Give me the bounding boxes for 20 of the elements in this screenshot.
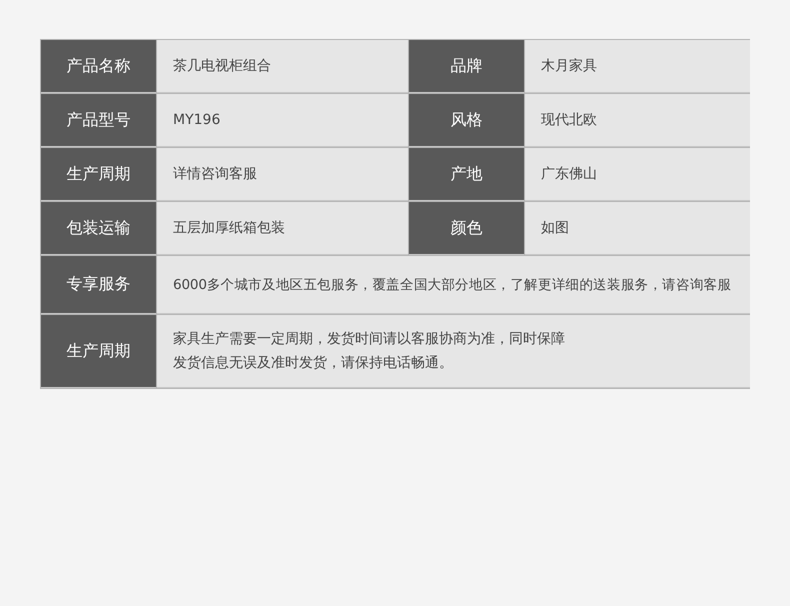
spec-value: 现代北欧 [525,94,750,147]
spec-value: 木月家具 [525,40,750,93]
spec-label: 产品名称 [41,40,156,93]
spec-label: 包装运输 [41,202,156,255]
spec-label: 生产周期 [41,148,156,201]
spec-label: 产品型号 [41,94,156,147]
spec-value: MY196 [157,94,408,147]
spec-value: 五层加厚纸箱包装 [157,202,408,255]
spec-label: 品牌 [409,40,524,93]
spec-label: 颜色 [409,202,524,255]
spec-label: 专享服务 [41,256,156,314]
spec-value: 详情咨询客服 [157,148,408,201]
spec-value: 广东佛山 [525,148,750,201]
spec-label: 产地 [409,148,524,201]
spec-value: 茶几电视柜组合 [157,40,408,93]
spec-label: 生产周期 [41,315,156,388]
spec-label: 风格 [409,94,524,147]
spec-value: 如图 [525,202,750,255]
spec-value: 家具生产需要一定周期，发货时间请以客服协商为准，同时保障 发货信息无误及准时发货，请保持电话畅通。 [157,315,750,388]
spec-value: 6000多个城市及地区五包服务，覆盖全国大部分地区，了解更详细的送装服务，请咨询客服 [157,256,750,314]
